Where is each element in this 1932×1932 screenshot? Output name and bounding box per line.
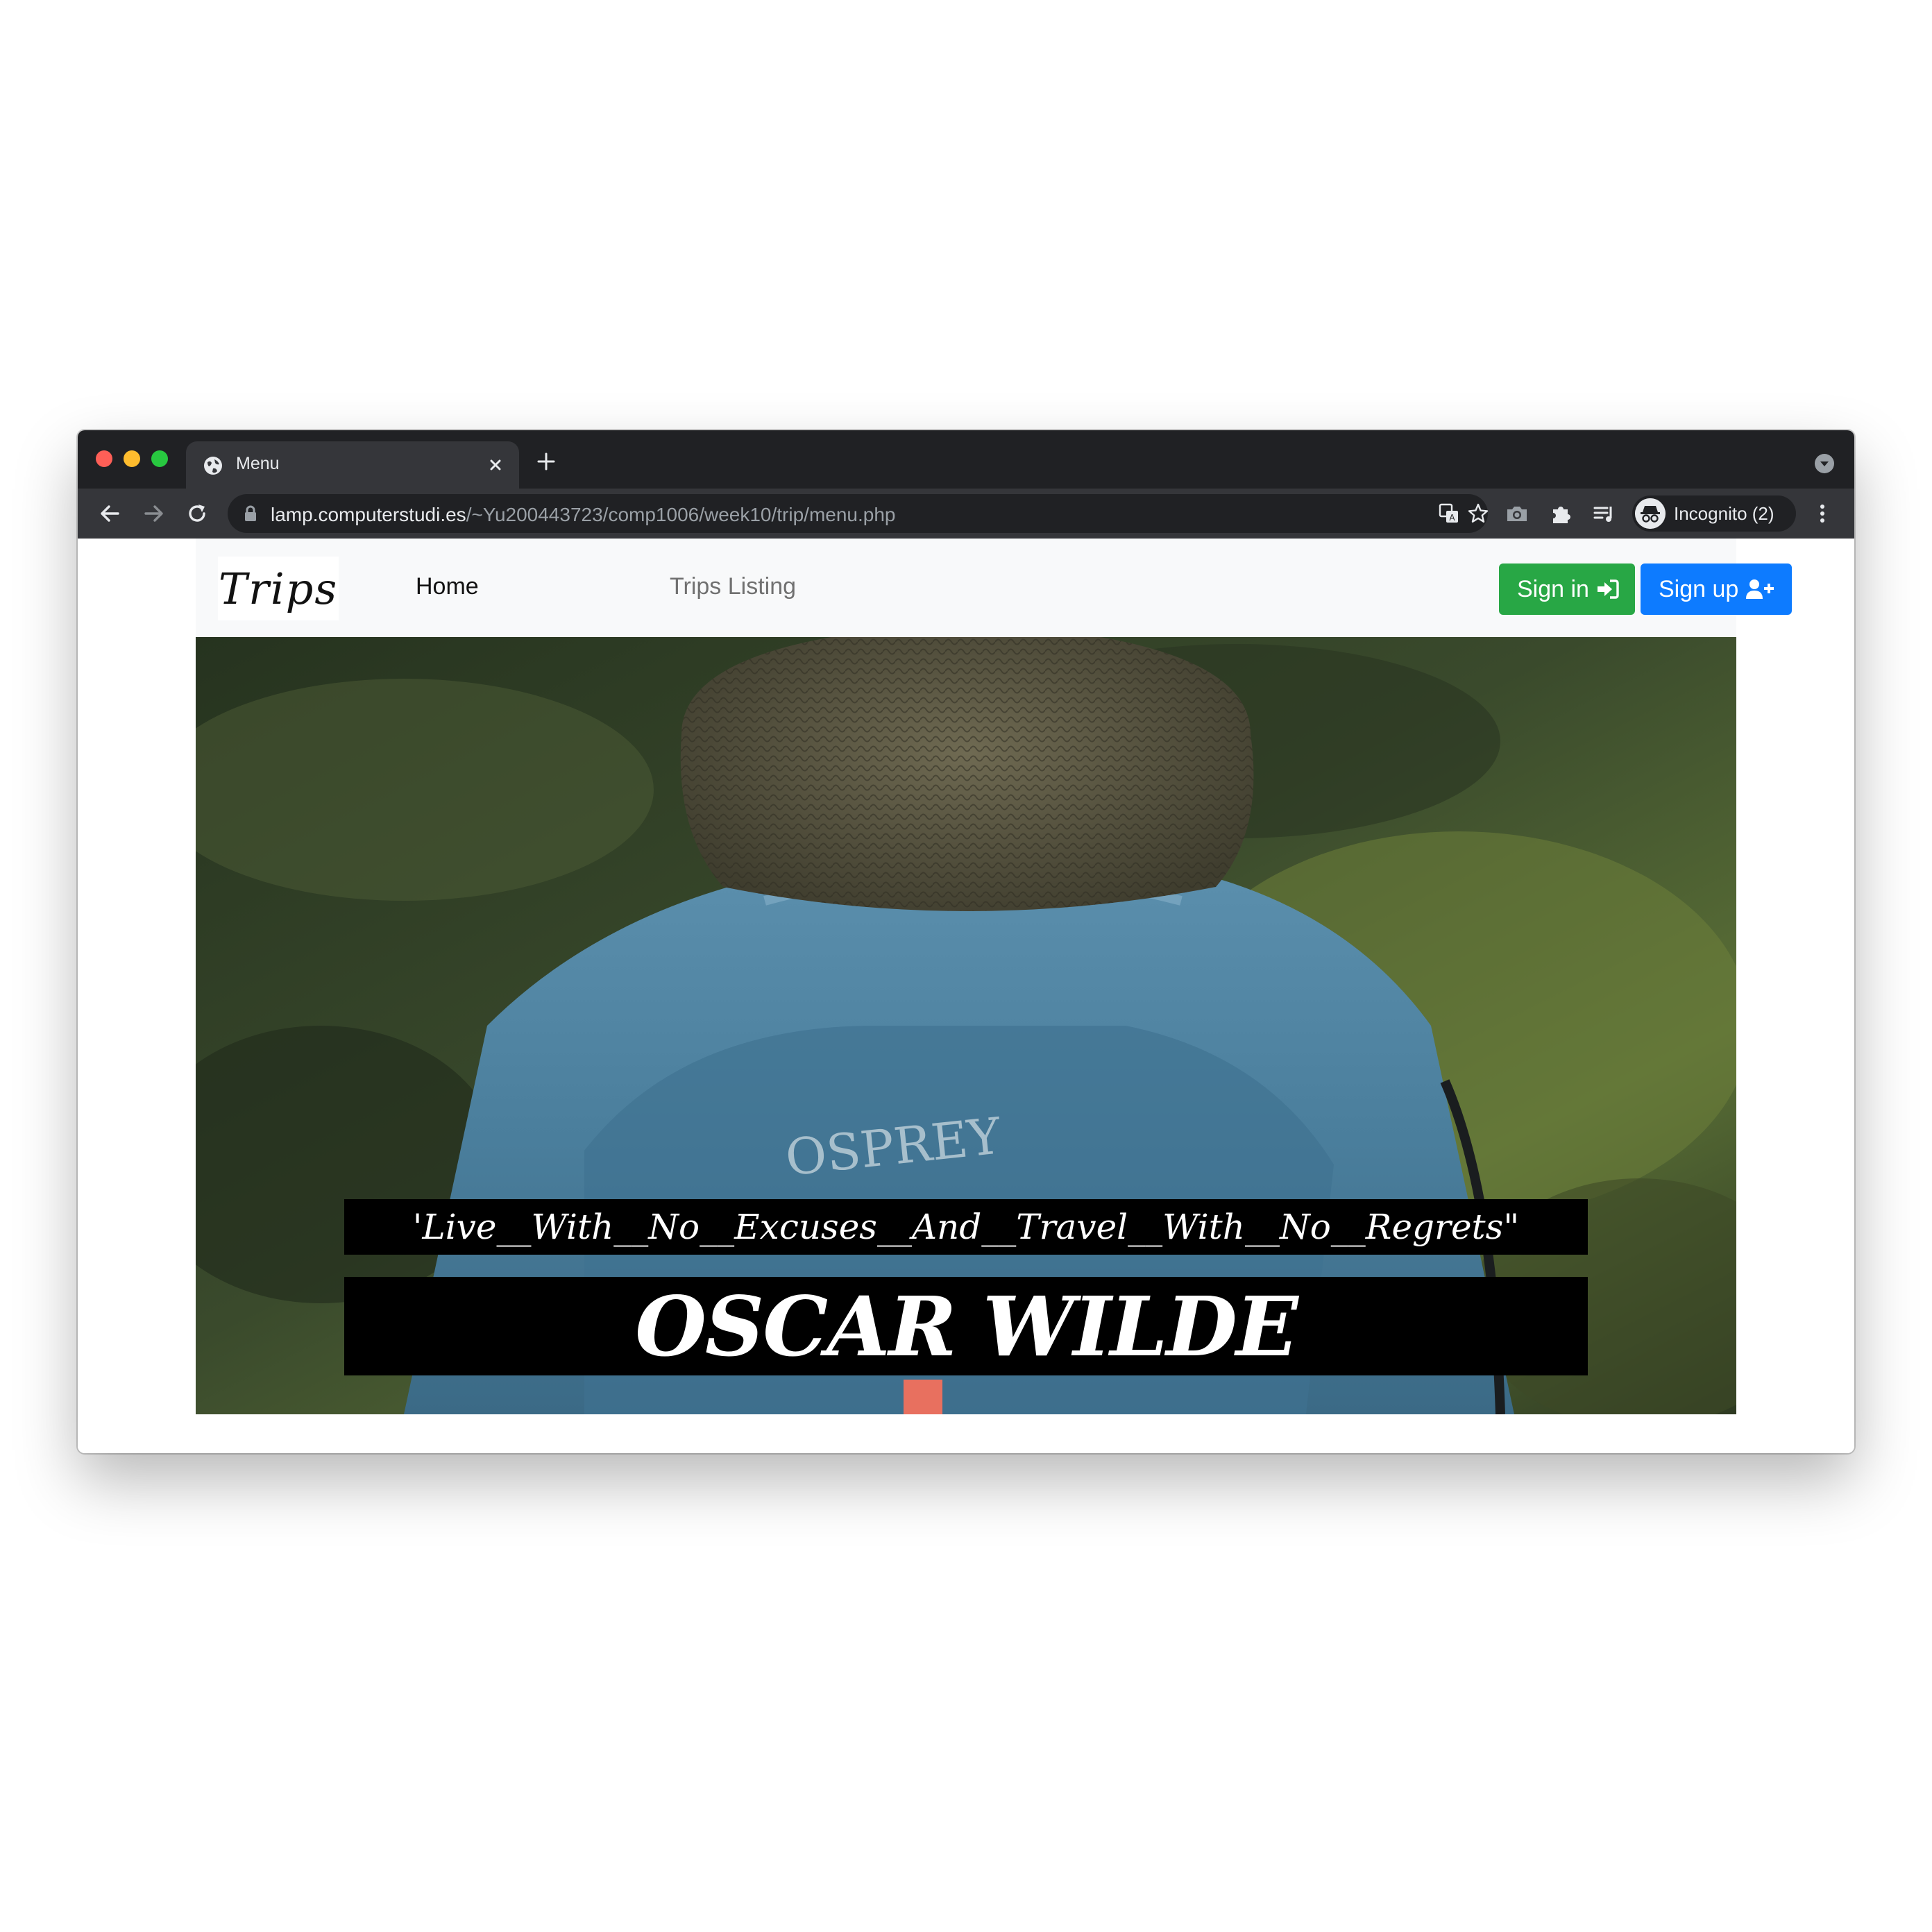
nav-home-link[interactable]: Home: [416, 573, 479, 600]
chevron-down-icon[interactable]: [1814, 453, 1835, 474]
hero-banner: OSPREY 'Live__With__No__Excuses__And__Tr…: [196, 637, 1736, 1414]
url-text[interactable]: lamp.computerstudi.es/~Yu200443723/comp1…: [271, 504, 896, 526]
extensions-puzzle-icon[interactable]: [1549, 501, 1574, 526]
sign-in-label: Sign in: [1517, 575, 1589, 602]
forward-arrow-icon[interactable]: [142, 501, 167, 526]
tab-title: Menu: [236, 454, 280, 473]
translate-icon[interactable]: A: [1438, 502, 1460, 525]
sign-in-icon: [1597, 579, 1619, 599]
user-plus-icon: [1746, 579, 1774, 599]
browser-toolbar: lamp.computerstudi.es/~Yu200443723/comp1…: [78, 489, 1854, 539]
lock-icon[interactable]: [243, 505, 258, 522]
url-host: lamp.computerstudi.es: [271, 504, 466, 525]
page-viewport: Trips Home Trips Listing Sign in Sign up: [78, 539, 1854, 1453]
reload-icon[interactable]: [185, 501, 210, 526]
close-window-button[interactable]: [96, 450, 112, 467]
author-banner: OSCAR WILDE: [344, 1277, 1588, 1375]
close-icon[interactable]: [484, 454, 507, 476]
media-queue-icon[interactable]: [1592, 501, 1617, 526]
url-path: /~Yu200443723/comp1006/week10/trip/menu.…: [466, 504, 896, 525]
author-name: OSCAR WILDE: [635, 1278, 1298, 1375]
svg-text:A: A: [1449, 513, 1455, 523]
back-arrow-icon[interactable]: [97, 501, 122, 526]
sign-in-button[interactable]: Sign in: [1499, 564, 1635, 615]
sign-up-label: Sign up: [1659, 575, 1739, 602]
tab-menu[interactable]: Menu: [186, 441, 519, 490]
globe-icon: [204, 457, 222, 475]
zoom-window-button[interactable]: [151, 450, 168, 467]
plus-icon[interactable]: [536, 451, 557, 472]
bookmark-star-icon[interactable]: [1467, 502, 1489, 525]
brand-logo[interactable]: Trips: [218, 557, 339, 620]
more-menu-icon[interactable]: [1810, 501, 1835, 526]
quote-text: 'Live__With__No__Excuses__And__Travel__W…: [412, 1207, 1520, 1247]
title-bar: Menu: [78, 430, 1854, 490]
profile-label: Incognito (2): [1674, 503, 1774, 524]
site-navbar: Trips Home Trips Listing Sign in Sign up: [196, 539, 1792, 637]
nav-trips-listing-link[interactable]: Trips Listing: [670, 573, 796, 600]
sign-up-button[interactable]: Sign up: [1641, 564, 1792, 615]
minimize-window-button[interactable]: [124, 450, 140, 467]
incognito-profile-button[interactable]: Incognito (2): [1632, 495, 1796, 532]
quote-banner: 'Live__With__No__Excuses__And__Travel__W…: [344, 1199, 1588, 1255]
camera-icon[interactable]: [1505, 501, 1530, 526]
incognito-icon: [1635, 498, 1666, 529]
browser-window: Menu lamp.computerstudi.es/~Yu200443723/…: [78, 430, 1854, 1453]
address-bar[interactable]: lamp.computerstudi.es/~Yu200443723/comp1…: [228, 494, 1489, 533]
